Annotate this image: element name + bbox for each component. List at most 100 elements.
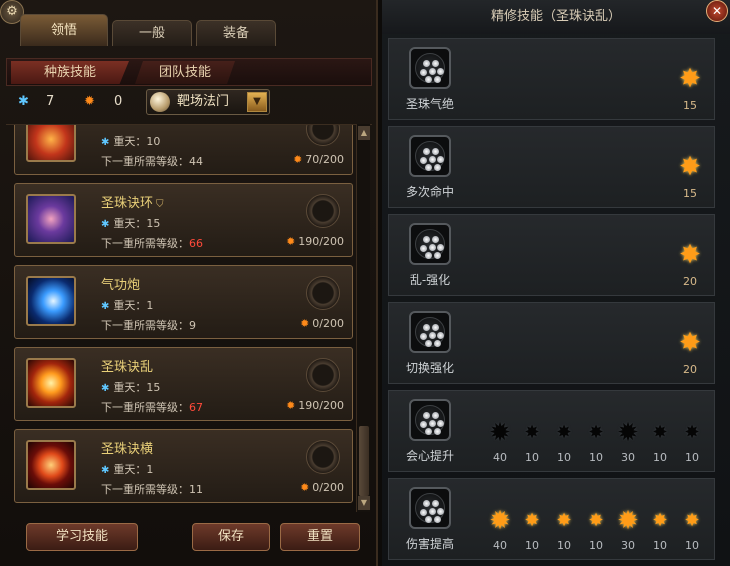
star-icon[interactable]: ✸ xyxy=(647,421,673,445)
orb-dot xyxy=(425,428,432,435)
skill-next-requirement: 下一重所需等级：44 xyxy=(101,155,203,168)
tab-equipment[interactable]: 装备 xyxy=(196,20,276,46)
refine-label: 多次命中 xyxy=(405,185,454,199)
orb-icon[interactable] xyxy=(409,47,451,89)
skill-next-requirement: 下一重所需等级：67 xyxy=(101,401,203,414)
crystal-icon: ✱ xyxy=(18,94,29,109)
refine-row: 切换强化 ✸ 20 xyxy=(388,302,715,384)
skill-list[interactable]: ✱ 重天：10 下一重所需等级：44 ✹ 70/200 圣珠诀环 ⛉ ✱ 重天：15 下… xyxy=(6,124,372,512)
skill-card[interactable]: 圣珠诀横 ✱ 重天：1 下一重所需等级：11 ✹ 0/200 xyxy=(14,429,353,503)
orb-icon[interactable] xyxy=(409,311,451,353)
crystal-icon: ✱ xyxy=(101,465,110,476)
refine-row: 会心提升 ✹ 40 ✸ 10 ✸ 10 ✸ 10 ✹ 30 ✸ 10 ✸ 10 xyxy=(388,390,715,472)
star-icon[interactable]: ✸ xyxy=(551,509,577,533)
skill-slot[interactable] xyxy=(306,440,340,474)
main-tabs: 领悟 一般 装备 xyxy=(20,14,280,46)
star-level: 10 xyxy=(525,539,539,552)
orb-dot xyxy=(423,236,430,243)
skill-heaven-level: ✱ 重天：15 xyxy=(101,217,161,230)
refine-skill-panel: 精修技能（圣珠诀乱） ✕ 圣珠气绝 ✸ 15 多次命中 ✸ 15 乱-强化 ✸ 20 切换强化 ✸ 2… xyxy=(382,0,730,566)
orb-icon[interactable] xyxy=(409,135,451,177)
star-icon[interactable]: ✹ xyxy=(487,420,513,446)
book-select[interactable]: 靶场法门 ▼ xyxy=(146,89,270,115)
reset-button[interactable]: 重置 xyxy=(280,523,360,551)
skill-card[interactable]: 圣珠诀乱 ✱ 重天：15 下一重所需等级：67 ✹ 190/200 xyxy=(14,347,353,421)
orb-core xyxy=(415,229,445,259)
orb-dot xyxy=(429,156,436,163)
star-level: 10 xyxy=(685,539,699,552)
orb-dot xyxy=(437,156,444,163)
star-icon[interactable]: ✸ xyxy=(677,242,703,268)
star-icon[interactable]: ✸ xyxy=(677,330,703,356)
star-icon[interactable]: ✸ xyxy=(677,66,703,92)
star-icon[interactable]: ✸ xyxy=(647,509,673,533)
star-icon[interactable]: ✸ xyxy=(679,421,705,445)
star-icon[interactable]: ✸ xyxy=(677,154,703,180)
star-icon[interactable]: ✸ xyxy=(551,421,577,445)
star-icon[interactable]: ✸ xyxy=(583,509,609,533)
orb-dot xyxy=(434,428,441,435)
skill-exp: ✹ 0/200 xyxy=(300,481,344,494)
tab-general[interactable]: 一般 xyxy=(112,20,192,46)
skill-card[interactable]: 圣珠诀环 ⛉ ✱ 重天：15 下一重所需等级：66 ✹ 190/200 xyxy=(14,183,353,257)
skill-icon xyxy=(26,358,76,408)
scroll-up-icon[interactable]: ▲ xyxy=(358,126,370,140)
crystal-icon: ✱ xyxy=(101,137,110,148)
star-icon[interactable]: ✸ xyxy=(679,509,705,533)
skill-next-requirement: 下一重所需等级：11 xyxy=(101,483,203,496)
refine-row: 圣珠气绝 ✸ 15 xyxy=(388,38,715,120)
skill-card[interactable]: ✱ 重天：10 下一重所需等级：44 ✹ 70/200 xyxy=(14,125,353,175)
tab-team-skills[interactable]: 团队技能 xyxy=(135,61,235,84)
sun-icon: ✹ xyxy=(286,235,296,248)
star-level: 10 xyxy=(653,451,667,464)
star-icon[interactable]: ✹ xyxy=(487,508,513,534)
tab-race-skills[interactable]: 种族技能 xyxy=(11,61,129,84)
skill-name: 圣珠诀乱 xyxy=(101,360,154,375)
star-level: 10 xyxy=(525,451,539,464)
learn-skill-button[interactable]: 学习技能 xyxy=(26,523,138,551)
sun-count: 0 xyxy=(114,94,123,109)
orb-dot xyxy=(423,412,430,419)
orb-dot xyxy=(429,68,436,75)
panel-title: 精修技能（圣珠诀乱） xyxy=(382,0,730,34)
skill-slot[interactable] xyxy=(306,125,340,146)
star-icon[interactable]: ✸ xyxy=(519,421,545,445)
save-button[interactable]: 保存 xyxy=(192,523,270,551)
star-level: 10 xyxy=(685,451,699,464)
orb-icon[interactable] xyxy=(409,223,451,265)
orb-dot xyxy=(437,420,444,427)
skill-exp: ✹ 70/200 xyxy=(293,153,344,166)
star-level: 40 xyxy=(493,539,507,552)
star-icon[interactable]: ✹ xyxy=(615,508,641,534)
orb-icon[interactable] xyxy=(409,487,451,529)
orb-core xyxy=(415,493,445,523)
star-level: 15 xyxy=(683,187,697,200)
star-icon[interactable]: ✸ xyxy=(583,421,609,445)
skill-name: 气功炮 xyxy=(101,278,141,293)
orb-dot xyxy=(432,148,439,155)
tab-insight[interactable]: 领悟 xyxy=(20,14,108,46)
orb-dot xyxy=(425,340,432,347)
skill-slot[interactable] xyxy=(306,358,340,392)
orb-dot xyxy=(432,324,439,331)
skill-slot[interactable] xyxy=(306,194,340,228)
orb-icon[interactable] xyxy=(409,399,451,441)
skill-icon xyxy=(26,194,76,244)
star-level: 30 xyxy=(621,451,635,464)
star-icon[interactable]: ✹ xyxy=(615,420,641,446)
skill-list-scrollbar[interactable]: ▲ ▼ xyxy=(356,124,370,512)
scroll-thumb[interactable] xyxy=(359,426,369,496)
scroll-down-icon[interactable]: ▼ xyxy=(358,496,370,510)
orb-dot xyxy=(420,421,427,428)
skill-slot[interactable] xyxy=(306,276,340,310)
sun-icon: ✹ xyxy=(293,153,303,166)
refine-label: 会心提升 xyxy=(405,449,454,463)
dropdown-arrow-icon[interactable]: ▼ xyxy=(247,92,267,112)
skill-card[interactable]: 气功炮 ✱ 重天：1 下一重所需等级：9 ✹ 0/200 xyxy=(14,265,353,339)
sun-icon: ✹ xyxy=(286,399,296,412)
star-icon[interactable]: ✸ xyxy=(519,509,545,533)
close-icon[interactable]: ✕ xyxy=(706,0,728,22)
skill-panel: ⚙ 领悟 一般 装备 种族技能 团队技能 ✱ 7 ✹ 0 靶场法门 ▼ ✱ 重天：… xyxy=(0,0,378,566)
skill-icon xyxy=(26,276,76,326)
orb-dot xyxy=(434,516,441,523)
